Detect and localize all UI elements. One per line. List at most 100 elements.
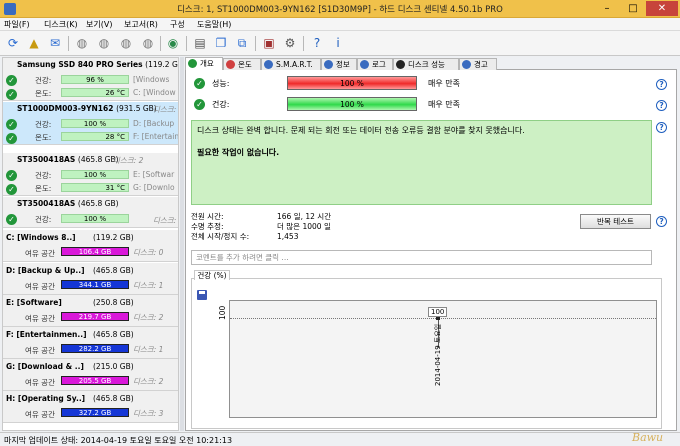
- tab-bar: 개요 온도 S.M.A.R.T. 정보 로그 디스크 성능 경고: [185, 57, 677, 70]
- free-space-label: 여유 공간: [25, 346, 55, 355]
- disk-title: Samsung SSD 840 PRO Series (119.2 GB): [17, 60, 178, 69]
- volume-item[interactable]: H: [Operating Sy..] (465.8 GB) 여유 공간 327…: [3, 391, 178, 423]
- help-icon[interactable]: ?: [656, 100, 667, 111]
- tab-smart[interactable]: S.M.A.R.T.: [261, 58, 321, 70]
- volume-item[interactable]: E: [Software] (250.8 GB) 여유 공간 219.7 GB …: [3, 295, 178, 327]
- tab-label: 경고: [474, 60, 488, 69]
- health-chart-tab[interactable]: 건강 (%): [194, 270, 230, 280]
- temp-bar: 26 °C: [61, 88, 129, 97]
- volume-disk: 디스크: 2: [133, 377, 164, 386]
- warning-icon[interactable]: ▲: [26, 35, 42, 51]
- maximize-button[interactable]: □: [620, 1, 646, 16]
- lifetime-value: 더 많은 1000 일: [277, 222, 331, 231]
- help-icon[interactable]: ?: [656, 122, 667, 133]
- splitter[interactable]: [180, 57, 184, 431]
- menu-disk[interactable]: 디스크(K): [44, 19, 78, 30]
- help-icon[interactable]: ?: [656, 216, 667, 227]
- help-icon[interactable]: ?: [309, 35, 325, 51]
- info-icon: [324, 60, 333, 69]
- health-status: 매우 만족: [428, 100, 460, 109]
- disk-item[interactable]: ST1000DM003-9YN162 (931.5 GB) 디스크: 1 ✓ ✓…: [3, 102, 178, 145]
- tab-label: 개요: [200, 59, 214, 68]
- free-space-label: 여유 공간: [25, 249, 55, 258]
- settings-icon[interactable]: ▣: [261, 35, 277, 51]
- refresh-icon[interactable]: ⟳: [5, 35, 21, 51]
- volume-item[interactable]: F: [Entertainmen..] (465.8 GB) 여유 공간 282…: [3, 327, 178, 359]
- check-icon: [188, 59, 197, 68]
- disk-name: ST3500418AS: [17, 199, 76, 208]
- power-on-label: 전원 시간:: [191, 212, 224, 221]
- menu-view[interactable]: 보기(V): [86, 19, 112, 30]
- disk-item[interactable]: ST3500418AS (465.8 GB) 디스크: 2 ✓ ✓ 건강: 10…: [3, 153, 178, 196]
- copy-icon[interactable]: ❐: [213, 35, 229, 51]
- volume-item[interactable]: C: [Windows 8..] (119.2 GB) 여유 공간 106.4 …: [3, 230, 178, 262]
- speedometer-icon: [396, 60, 405, 69]
- volume-title: E: [Software]: [6, 298, 62, 307]
- network-icon[interactable]: ⧉: [234, 35, 250, 51]
- free-space-bar: 344.1 GB: [61, 280, 129, 289]
- partition-name: G: [Downlo: [133, 183, 175, 192]
- disk-test-4-icon[interactable]: ◍: [140, 35, 156, 51]
- free-space-label: 여유 공간: [25, 378, 55, 387]
- performance-bar: 100 %: [287, 76, 417, 90]
- mail-icon[interactable]: ✉: [47, 35, 63, 51]
- globe-icon[interactable]: ◉: [165, 35, 181, 51]
- check-icon: ✓: [6, 119, 17, 130]
- partition-name: F: [Entertain: [133, 132, 179, 141]
- disk-item[interactable]: Samsung SSD 840 PRO Series (119.2 GB) ✓ …: [3, 58, 178, 101]
- disk-test-2-icon[interactable]: ◍: [96, 35, 112, 51]
- tab-label: 온도: [238, 60, 252, 69]
- gear-icon[interactable]: ⚙: [282, 35, 298, 51]
- disk-test-3-icon[interactable]: ◍: [118, 35, 134, 51]
- comment-input[interactable]: 코멘트를 추가 하려면 클릭 ...: [191, 250, 652, 265]
- status-text: 디스크 상태는 완벽 합니다. 문제 되는 회전 또는 데이터 전송 오류등 결…: [197, 126, 525, 135]
- volume-disk: 디스크: 2: [133, 313, 164, 322]
- disk-title: ST1000DM003-9YN162 (931.5 GB): [17, 104, 157, 113]
- tab-log[interactable]: 로그: [357, 58, 393, 70]
- tab-alerts[interactable]: 경고: [459, 58, 497, 70]
- report-icon[interactable]: ▤: [192, 35, 208, 51]
- alert-icon: [462, 60, 471, 69]
- partition-name: [Windows: [133, 75, 170, 84]
- volume-disk: 디스크: 0: [133, 248, 164, 257]
- save-icon[interactable]: [197, 290, 207, 300]
- volume-item[interactable]: G: [Download & ..] (215.0 GB) 여유 공간 205.…: [3, 359, 178, 391]
- menu-bar: 파일(F) 디스크(K) 보기(V) 보고서(R) 구성 도움말(H): [0, 18, 680, 31]
- toolbar-separator: [255, 36, 256, 51]
- repeat-test-button[interactable]: 반복 테스트: [580, 214, 651, 229]
- volume-item[interactable]: D: [Backup & Up..] (465.8 GB) 여유 공간 344.…: [3, 263, 178, 295]
- smart-icon: [264, 60, 273, 69]
- check-icon: ✓: [6, 133, 17, 144]
- menu-report[interactable]: 보고서(R): [124, 19, 158, 30]
- health-bar: 100 %: [61, 214, 129, 223]
- tab-temperature[interactable]: 온도: [223, 58, 261, 70]
- temp-label: 온도:: [35, 184, 52, 193]
- health-chart: 100: [229, 300, 657, 418]
- free-space-bar: 219.7 GB: [61, 312, 129, 321]
- toolbar-separator: [186, 36, 187, 51]
- menu-file[interactable]: 파일(F): [4, 19, 30, 30]
- toolbar: ⟳ ▲ ✉ ◍ ◍ ◍ ◍ ◉ ▤ ❐ ⧉ ▣ ⚙ ? i: [0, 31, 680, 56]
- health-label: 건강:: [35, 215, 52, 224]
- performance-label: 성능:: [212, 79, 230, 88]
- close-button[interactable]: ✕: [646, 1, 678, 16]
- minimize-button[interactable]: –: [594, 1, 620, 16]
- lifetime-label: 수명 추정:: [191, 222, 224, 231]
- tab-performance[interactable]: 디스크 성능: [393, 58, 459, 70]
- disk-test-icon[interactable]: ◍: [74, 35, 90, 51]
- info-icon[interactable]: i: [330, 35, 346, 51]
- menu-help[interactable]: 도움말(H): [197, 19, 231, 30]
- tab-overview[interactable]: 개요: [185, 57, 223, 70]
- power-on-value: 166 일, 12 시간: [277, 212, 332, 221]
- check-icon: ✓: [194, 78, 205, 89]
- health-row: ✓ 건강: 100 % 매우 만족: [194, 97, 474, 113]
- help-icon[interactable]: ?: [656, 79, 667, 90]
- disk-item[interactable]: ST3500418AS (465.8 GB) 디스크: 3 ✓ 건강: 100 …: [3, 197, 178, 228]
- menu-config[interactable]: 구성: [170, 19, 185, 30]
- health-label: 건강:: [35, 76, 52, 85]
- tab-info[interactable]: 정보: [321, 58, 357, 70]
- check-icon: ✓: [6, 170, 17, 181]
- partition-name: D: [Backup: [133, 119, 175, 128]
- toolbar-separator: [68, 36, 69, 51]
- temp-bar: 31 °C: [61, 183, 129, 192]
